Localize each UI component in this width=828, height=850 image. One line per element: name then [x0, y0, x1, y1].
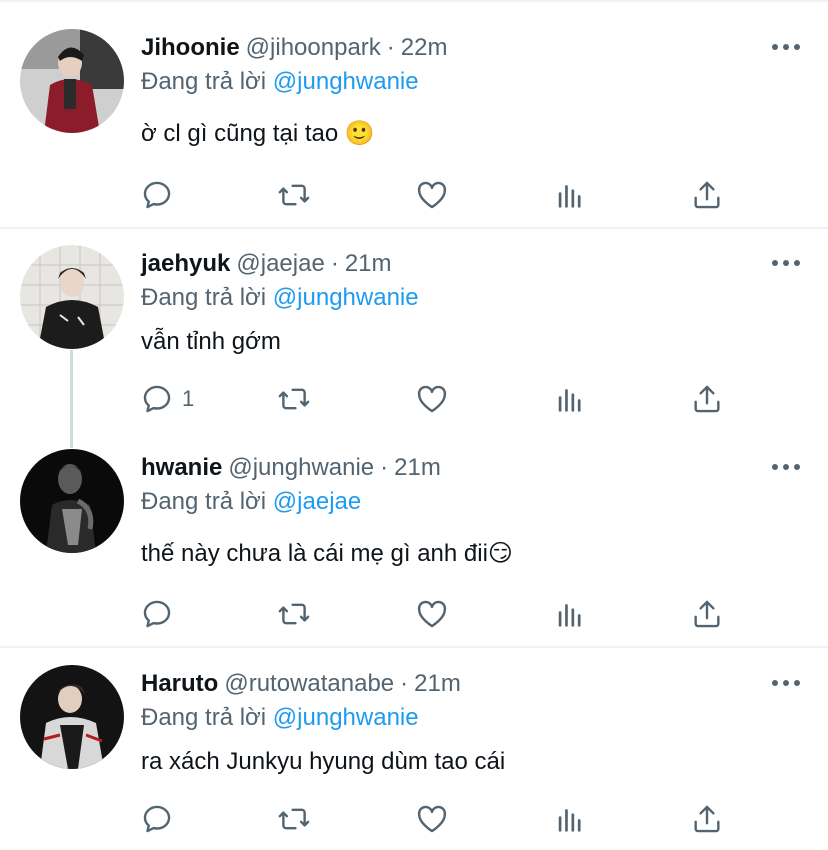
more-icon[interactable]	[770, 673, 802, 693]
share-icon	[694, 600, 720, 628]
reply-button[interactable]	[140, 596, 182, 632]
share-icon	[694, 181, 720, 209]
retweet-icon	[278, 808, 310, 830]
mention-link[interactable]: @junghwanie	[273, 68, 419, 95]
user-handle[interactable]: @rutowatanabe	[224, 670, 394, 697]
tweet-actions	[140, 801, 740, 837]
retweet-icon	[278, 184, 310, 206]
timestamp[interactable]: 21m	[414, 670, 461, 697]
analytics-icon	[558, 604, 581, 627]
user-handle[interactable]: @jaejae	[236, 250, 324, 277]
share-button[interactable]	[690, 177, 724, 213]
tweet-text: ra xách Junkyu hyung dùm tao cái	[141, 748, 506, 775]
reply-button[interactable]	[140, 801, 182, 837]
tweet-actions: 1	[140, 381, 740, 417]
avatar-image-hwanie	[20, 449, 124, 553]
like-button[interactable]	[415, 801, 449, 837]
like-button[interactable]	[415, 177, 449, 213]
replying-to-label: Đang trả lời	[141, 704, 267, 731]
analytics-button[interactable]	[553, 801, 587, 837]
replying-to-label: Đang trả lời	[141, 488, 267, 515]
analytics-button[interactable]	[553, 177, 587, 213]
analytics-icon	[558, 185, 581, 208]
share-button[interactable]	[690, 801, 724, 837]
thread-connector	[70, 350, 73, 448]
more-icon[interactable]	[770, 37, 802, 57]
analytics-icon	[558, 389, 581, 412]
replying-to: Đang trả lời @jaejae	[141, 487, 361, 517]
reply-icon	[143, 385, 171, 413]
avatar[interactable]	[20, 245, 124, 349]
tweet-text: thế này chưa là cái mẹ gì anh đii😏	[141, 540, 513, 567]
replying-to-label: Đang trả lời	[141, 68, 267, 95]
tweet-text: vẫn tỉnh gớm	[141, 328, 281, 355]
tweet-header: hwanie @junghwanie · 21m	[141, 453, 441, 483]
display-name[interactable]: Jihoonie	[141, 34, 240, 61]
avatar[interactable]	[20, 29, 124, 133]
reply-count: 1	[182, 386, 195, 411]
reply-icon	[143, 600, 171, 628]
top-divider	[0, 0, 828, 2]
retweet-button[interactable]	[277, 596, 311, 632]
analytics-button[interactable]	[553, 381, 587, 417]
tweet-divider	[0, 227, 828, 229]
reply-button[interactable]: 1	[140, 381, 194, 417]
avatar-image-jihoonie	[20, 29, 124, 133]
share-button[interactable]	[690, 596, 724, 632]
avatar-image-jaehyuk	[20, 245, 124, 349]
avatar-image-haruto	[20, 665, 124, 769]
replying-to: Đang trả lời @junghwanie	[141, 283, 419, 313]
avatar[interactable]	[20, 665, 124, 769]
display-name[interactable]: hwanie	[141, 454, 222, 481]
separator-dot: ·	[330, 250, 339, 277]
user-handle[interactable]: @jihoonpark	[246, 34, 381, 61]
separator-dot: ·	[380, 454, 389, 481]
more-icon[interactable]	[770, 457, 802, 477]
replying-to-label: Đang trả lời	[141, 284, 267, 311]
retweet-icon	[278, 388, 310, 410]
mention-link[interactable]: @junghwanie	[273, 704, 419, 731]
avatar[interactable]	[20, 449, 124, 553]
display-name[interactable]: jaehyuk	[141, 250, 230, 277]
analytics-button[interactable]	[553, 596, 587, 632]
like-icon	[417, 805, 447, 833]
analytics-icon	[558, 809, 581, 832]
retweet-icon	[278, 603, 310, 625]
share-button[interactable]	[690, 381, 724, 417]
tweet-header: Jihoonie @jihoonpark · 22m	[141, 33, 447, 63]
display-name[interactable]: Haruto	[141, 670, 218, 697]
tweet-text: ờ cl gì cũng tại tao 🙂	[141, 120, 375, 147]
like-button[interactable]	[415, 596, 449, 632]
tweet-actions	[140, 596, 740, 632]
reply-icon	[143, 805, 171, 833]
retweet-button[interactable]	[277, 801, 311, 837]
like-button[interactable]	[415, 381, 449, 417]
share-icon	[694, 385, 720, 413]
more-icon[interactable]	[770, 253, 802, 273]
reply-icon	[143, 181, 171, 209]
user-handle[interactable]: @junghwanie	[228, 454, 374, 481]
like-icon	[417, 181, 447, 209]
separator-dot: ·	[386, 34, 395, 61]
replying-to: Đang trả lời @junghwanie	[141, 703, 419, 733]
separator-dot: ·	[400, 670, 409, 697]
tweet-header: Haruto @rutowatanabe · 21m	[141, 669, 461, 699]
timestamp[interactable]: 22m	[401, 34, 448, 61]
like-icon	[417, 385, 447, 413]
timestamp[interactable]: 21m	[345, 250, 392, 277]
retweet-button[interactable]	[277, 177, 311, 213]
timestamp[interactable]: 21m	[394, 454, 441, 481]
share-icon	[694, 805, 720, 833]
mention-link[interactable]: @junghwanie	[273, 284, 419, 311]
mention-link[interactable]: @jaejae	[273, 488, 361, 515]
reply-button[interactable]	[140, 177, 182, 213]
replying-to: Đang trả lời @junghwanie	[141, 67, 419, 97]
tweet-actions	[140, 177, 740, 213]
like-icon	[417, 600, 447, 628]
tweet-divider	[0, 646, 828, 648]
tweet-header: jaehyuk @jaejae · 21m	[141, 249, 392, 279]
retweet-button[interactable]	[277, 381, 311, 417]
